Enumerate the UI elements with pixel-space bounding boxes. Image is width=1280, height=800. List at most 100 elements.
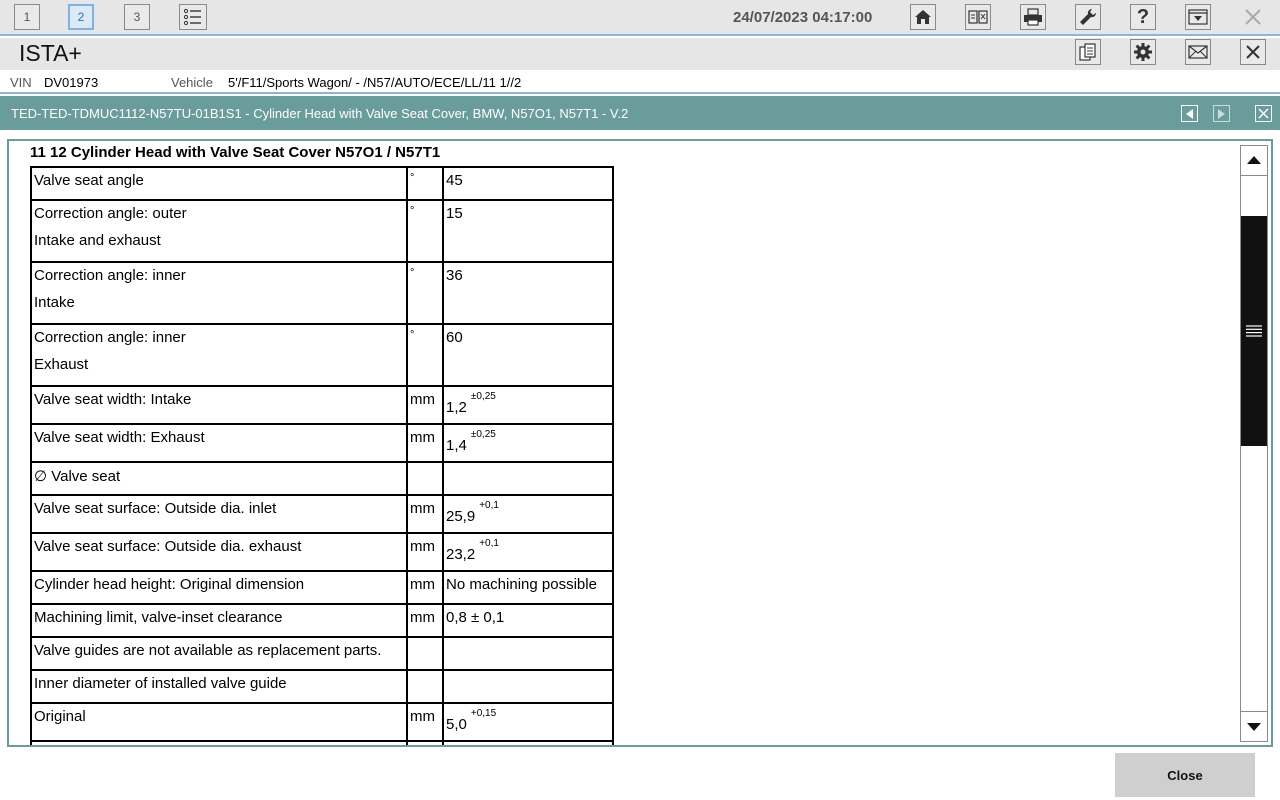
document-frame: 11 12 Cylinder Head with Valve Seat Cove…	[7, 139, 1273, 747]
exit-button[interactable]	[1240, 4, 1266, 30]
unit-cell: mm	[406, 570, 444, 605]
table-row: Valve seat surface: Outside dia. inlet mm…	[30, 494, 614, 534]
next-document-button[interactable]	[1213, 105, 1230, 122]
table-row: Correction angle: inner Intake ° 36	[30, 261, 614, 325]
parameter-sublabel: Intake	[34, 294, 75, 311]
parameter-cell: ∅ Valve seat	[30, 461, 408, 496]
table-row: Cylinder head height: Original dimension…	[30, 570, 614, 605]
value-cell: 45	[442, 166, 614, 201]
value-cell: 60	[442, 323, 614, 387]
arrow-up-icon	[1247, 156, 1261, 164]
value-cell: 25,9+0,1	[442, 494, 614, 534]
service-button[interactable]	[1075, 4, 1101, 30]
value-text: No machining possible	[446, 576, 597, 593]
tolerance-text: +0,1	[479, 500, 499, 511]
unit-cell: mm	[406, 702, 444, 742]
vertical-scrollbar[interactable]	[1240, 145, 1268, 742]
grip-icon	[1246, 325, 1262, 337]
empty-cell	[406, 740, 444, 745]
value-cell: 1,2±0,25	[442, 385, 614, 425]
table-row: Original mm 5,0+0,15	[30, 702, 614, 742]
parameter-cell: Valve seat width: Intake	[30, 385, 408, 425]
parameter-label: Correction angle: outer	[34, 205, 187, 222]
value-cell: 15	[442, 199, 614, 263]
minimize-icon	[1188, 9, 1208, 25]
arrow-down-icon	[1247, 723, 1261, 731]
close-document-button[interactable]	[1255, 105, 1272, 122]
tolerance-text: ±0,25	[470, 429, 496, 440]
tolerance-text: +0,1	[479, 538, 499, 549]
scroll-thumb[interactable]	[1241, 216, 1267, 446]
wrench-icon	[1080, 8, 1097, 25]
value-cell: No machining possible	[442, 570, 614, 605]
parameter-cell: Cylinder head height: Original dimension	[30, 570, 408, 605]
parameter-sublabel: Exhaust	[34, 356, 89, 373]
vehicle-label: Vehicle	[171, 75, 213, 90]
table-row: Inner diameter of installed valve guide	[30, 669, 614, 704]
top-toolbar: 1 2 3 24/07/2023 04:17:00 ?	[0, 0, 1280, 36]
parameter-cell: Original	[30, 702, 408, 742]
parameter-cell: Valve guides are not available as replac…	[30, 636, 408, 671]
table-row: Machining limit, valve-inset clearance mm…	[30, 603, 614, 638]
unit-cell: mm	[406, 385, 444, 425]
value-text: 5,0	[446, 716, 467, 733]
help-button[interactable]: ?	[1130, 4, 1156, 30]
document-content: 11 12 Cylinder Head with Valve Seat Cove…	[9, 141, 1239, 745]
app-title: ISTA+	[19, 40, 82, 66]
value-text: 36	[446, 267, 463, 284]
home-icon	[915, 10, 931, 24]
vin-label: VIN	[10, 75, 32, 90]
list-button[interactable]	[179, 4, 207, 30]
settings-button[interactable]	[1130, 39, 1156, 65]
value-text: 45	[446, 172, 463, 189]
scroll-up-button[interactable]	[1241, 146, 1267, 174]
parameter-sublabel: Intake and exhaust	[34, 232, 161, 249]
message-button[interactable]	[1185, 39, 1211, 65]
gear-icon	[1134, 43, 1152, 61]
value-text: 15	[446, 205, 463, 222]
minimize-button[interactable]	[1185, 4, 1211, 30]
workspace-button-3[interactable]: 3	[124, 4, 150, 30]
parameter-cell: Correction angle: inner Intake	[30, 261, 408, 325]
tolerance-text: ±0,25	[470, 391, 496, 402]
table-row: ∅ Valve seat	[30, 461, 614, 496]
parameter-label: ∅ Valve seat	[34, 468, 121, 485]
compare-button[interactable]	[965, 4, 991, 30]
value-cell: 23,2+0,1	[442, 532, 614, 572]
parameter-cell: Valve seat width: Exhaust	[30, 423, 408, 463]
previous-document-button[interactable]	[1181, 105, 1198, 122]
workspace-button-1[interactable]: 1	[14, 4, 40, 30]
unit-cell: mm	[406, 603, 444, 638]
parameter-label: Valve seat surface: Outside dia. inlet	[34, 500, 277, 517]
tolerance-text: +0,15	[470, 708, 497, 719]
parameter-label: Correction angle: inner	[34, 329, 186, 346]
close-app-button[interactable]	[1240, 39, 1266, 65]
documents-button[interactable]	[1075, 39, 1101, 65]
print-button[interactable]	[1020, 4, 1046, 30]
parameter-label: Valve guides are not available as replac…	[34, 642, 382, 659]
value-cell: 0,8 ± 0,1	[442, 603, 614, 638]
table-row: Valve seat width: Exhaust mm 1,4±0,25	[30, 423, 614, 463]
value-cell	[442, 669, 614, 704]
documents-icon	[1079, 43, 1096, 61]
triangle-right-icon	[1218, 108, 1225, 119]
table-row: Correction angle: outer Intake and exhaus…	[30, 199, 614, 263]
scroll-down-button[interactable]	[1241, 713, 1267, 741]
value-cell: 1,4±0,25	[442, 423, 614, 463]
vehicle-info-bar: VIN DV01973 Vehicle 5'/F11/Sports Wagon/…	[0, 70, 1280, 94]
unit-cell: °	[406, 166, 444, 201]
parameter-label: Inner diameter of installed valve guide	[34, 675, 287, 692]
close-button[interactable]: Close	[1115, 753, 1255, 797]
unit-cell: mm	[406, 532, 444, 572]
parameter-label: Correction angle: inner	[34, 267, 186, 284]
parameter-cell: Machining limit, valve-inset clearance	[30, 603, 408, 638]
parameter-cell: Correction angle: inner Exhaust	[30, 323, 408, 387]
workspace-button-2[interactable]: 2	[68, 4, 94, 30]
close-icon	[1246, 45, 1260, 59]
document-title: TED-TED-TDMUC1112-N57TU-01B1S1 - Cylinde…	[11, 106, 629, 121]
app-title-bar: ISTA+	[0, 38, 1280, 70]
unit-cell	[406, 636, 444, 671]
unit-cell: mm	[406, 494, 444, 534]
list-icon	[183, 8, 201, 26]
home-button[interactable]	[910, 4, 936, 30]
